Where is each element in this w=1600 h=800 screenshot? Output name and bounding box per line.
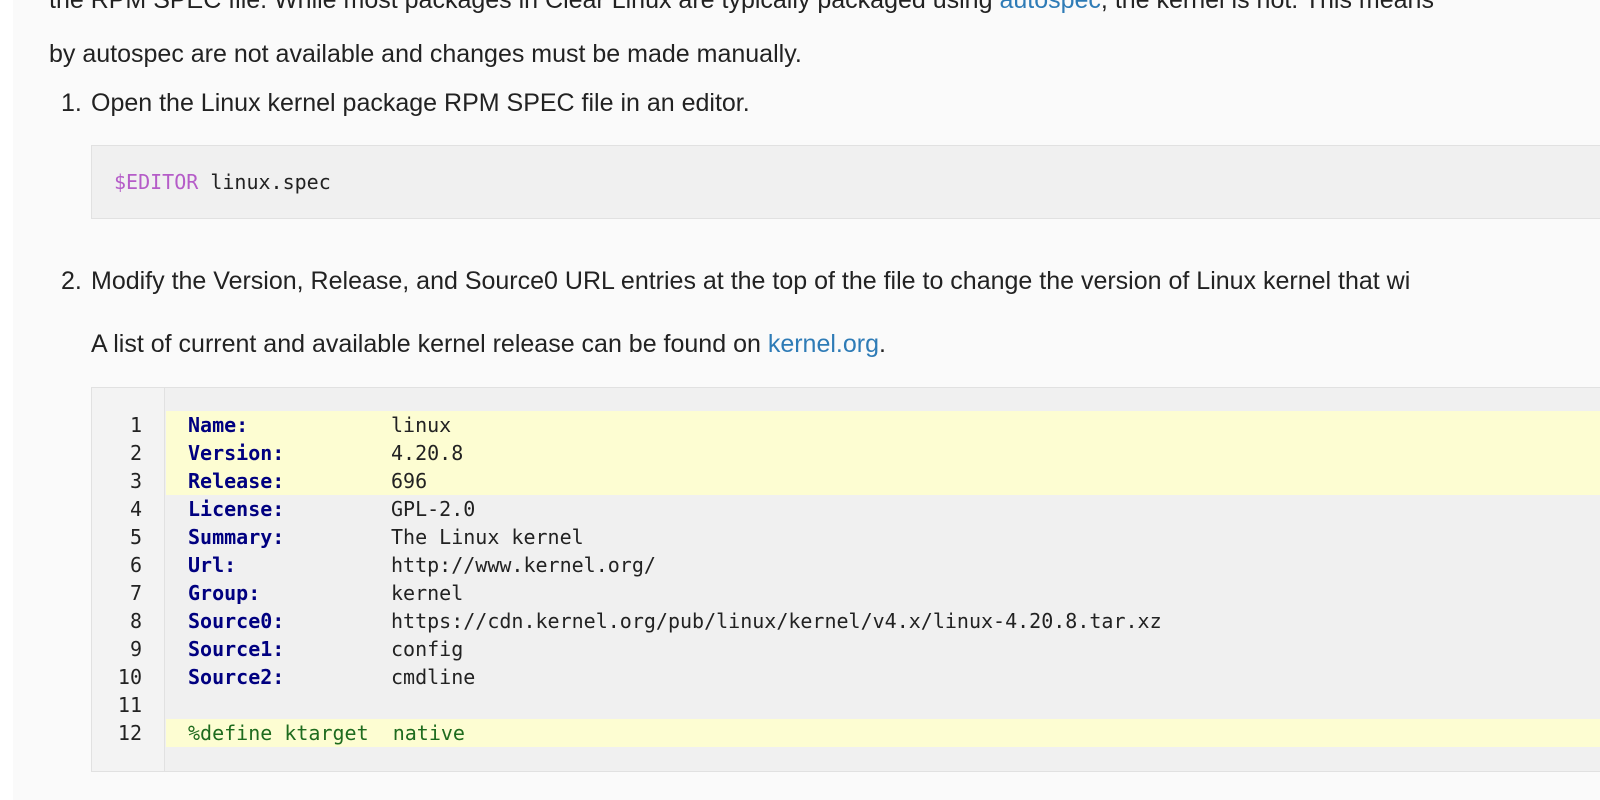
spec-field-value: cmdline (391, 665, 476, 689)
spec-field-key: Version: (188, 441, 285, 465)
spec-field-value: The Linux kernel (391, 525, 584, 549)
editor-variable: $EDITOR (114, 170, 199, 194)
code-line: Summary: The Linux kernel (166, 523, 1600, 551)
code-line: Source1: config (166, 635, 1600, 663)
spec-field-value: kernel (391, 581, 464, 605)
line-number: 9 (129, 637, 142, 661)
code-line: Url: http://www.kernel.org/ (166, 551, 1600, 579)
spec-field-value: http://www.kernel.org/ (391, 553, 656, 577)
spec-field-key: Source2: (188, 665, 285, 689)
code-block-spec-file[interactable]: 1 2 3 4 5 6 7 8 9 10 11 12 Name: linux Version: 4.20.8… (91, 387, 1600, 772)
line-number-gutter: 1 2 3 4 5 6 7 8 9 10 11 12 (92, 388, 165, 771)
intro-paragraph-line-1: the RPM SPEC file. While most packages i… (49, 0, 1434, 15)
note-text-before-link: A list of current and available kernel r… (91, 330, 768, 358)
note-text-after-link: . (879, 330, 886, 358)
step-1-text: Open the Linux kernel package RPM SPEC f… (91, 89, 750, 117)
spec-field-value: linux (391, 413, 452, 437)
line-number: 2 (129, 441, 142, 465)
kernel-release-note: A list of current and available kernel r… (91, 330, 886, 359)
intro-text-before-link: the RPM SPEC file. While most packages i… (49, 0, 1000, 14)
line-number: 8 (129, 609, 142, 633)
spec-field-key: Group: (188, 581, 261, 605)
spec-field-value: https://cdn.kernel.org/pub/linux/kernel/… (391, 609, 1162, 633)
line-number: 10 (117, 665, 142, 689)
spec-filename: linux.spec (198, 170, 331, 194)
kernel-org-link[interactable]: kernel.org (768, 330, 879, 358)
spec-field-value: config (391, 637, 464, 661)
code-line: Group: kernel (166, 579, 1600, 607)
spec-field-key: Url: (188, 553, 237, 577)
step-1-number: 1. (61, 89, 82, 117)
spec-field-value: 696 (391, 469, 428, 493)
code-line: Release: 696 (166, 467, 1600, 495)
line-number: 11 (117, 693, 142, 717)
step-2-number: 2. (61, 267, 82, 295)
code-block-editor-command[interactable]: $EDITOR linux.spec (91, 145, 1600, 219)
line-number: 5 (129, 525, 142, 549)
code-line: Source2: cmdline (166, 663, 1600, 691)
macro-definition: %define ktarget native (188, 721, 465, 745)
line-number: 6 (129, 553, 142, 577)
code-line: Source0: https://cdn.kernel.org/pub/linux… (166, 607, 1600, 635)
spec-field-key: License: (188, 497, 285, 521)
code-line: $EDITOR linux.spec (114, 170, 331, 194)
step-2-text: Modify the Version, Release, and Source0… (91, 267, 1411, 295)
line-number: 1 (129, 413, 142, 437)
autospec-link[interactable]: autospec (999, 0, 1100, 14)
spec-field-value: 4.20.8 (391, 441, 464, 465)
line-number: 3 (129, 469, 142, 493)
spec-field-value: GPL-2.0 (391, 497, 476, 521)
spec-field-key: Summary: (188, 525, 285, 549)
code-line: License: GPL-2.0 (166, 495, 1600, 523)
code-line: Version: 4.20.8 (166, 439, 1600, 467)
spec-field-key: Source0: (188, 609, 285, 633)
spec-field-key: Release: (188, 469, 285, 493)
intro-paragraph-line-2: by autospec are not available and change… (49, 40, 802, 68)
documentation-page: the RPM SPEC file. While most packages i… (13, 0, 1600, 800)
line-number: 7 (129, 581, 142, 605)
spec-field-key: Source1: (188, 637, 285, 661)
code-line: Name: linux (166, 411, 1600, 439)
code-line: %define ktarget native (166, 719, 1600, 747)
line-number: 4 (129, 497, 142, 521)
line-number: 12 (117, 721, 142, 745)
intro-text-after-link: , the kernel is not. This means (1100, 0, 1434, 14)
spec-field-key: Name: (188, 413, 249, 437)
